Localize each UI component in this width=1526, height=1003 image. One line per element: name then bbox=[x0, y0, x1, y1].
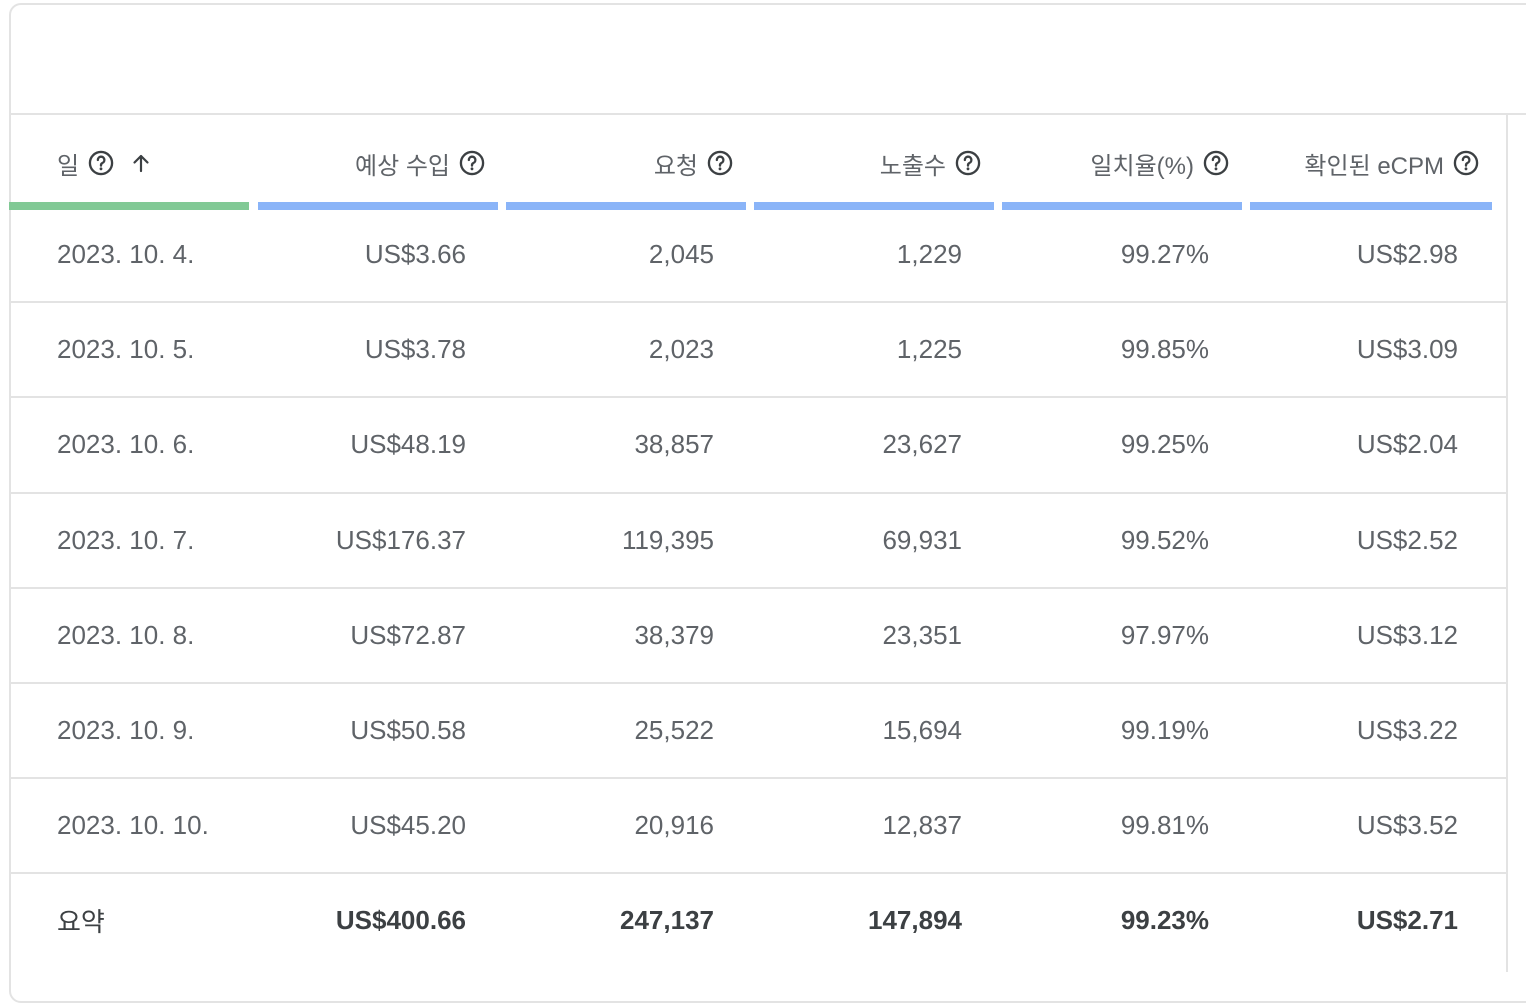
table-row[interactable]: 2023. 10. 7. US$176.37 119,395 69,931 99… bbox=[9, 494, 1506, 589]
column-header-observed-ecpm[interactable]: 확인된 eCPM bbox=[1250, 115, 1492, 210]
cell-estimated-earnings: US$50.58 bbox=[350, 714, 466, 745]
cell-requests: 119,395 bbox=[621, 524, 714, 555]
summary-row: 요약 US$400.66 247,137 147,894 99.23% US$2… bbox=[9, 874, 1506, 969]
column-header-match-rate[interactable]: 일치율(%) bbox=[1002, 115, 1242, 210]
cell-match-rate: 99.25% bbox=[1120, 429, 1209, 460]
cell-requests: 38,857 bbox=[634, 429, 714, 460]
cell-impressions: 23,627 bbox=[882, 429, 962, 460]
cell-observed-ecpm: US$3.09 bbox=[1356, 334, 1458, 365]
column-label-date: 일 bbox=[57, 152, 80, 180]
table-row[interactable]: 2023. 10. 6. US$48.19 38,857 23,627 99.2… bbox=[9, 398, 1506, 494]
column-label-match-rate: 일치율(%) bbox=[1090, 152, 1194, 180]
summary-estimated-earnings: US$400.66 bbox=[335, 905, 466, 936]
table-header: 일 예상 수입 요청 노출수 일치율(%) 확인된 eCPM bbox=[9, 115, 1506, 210]
cell-impressions: 1,225 bbox=[896, 334, 962, 365]
table-row[interactable]: 2023. 10. 5. US$3.78 2,023 1,225 99.85% … bbox=[9, 303, 1506, 399]
help-circle-icon[interactable] bbox=[954, 149, 982, 177]
cell-date: 2023. 10. 10. bbox=[57, 810, 209, 841]
cell-date: 2023. 10. 7. bbox=[57, 524, 195, 555]
cell-estimated-earnings: US$45.20 bbox=[350, 810, 466, 841]
cell-requests: 38,379 bbox=[634, 619, 714, 650]
cell-impressions: 23,351 bbox=[882, 619, 962, 650]
summary-impressions: 147,894 bbox=[868, 905, 962, 936]
summary-label: 요약 bbox=[57, 907, 105, 938]
column-header-requests[interactable]: 요청 bbox=[506, 115, 746, 210]
cell-date: 2023. 10. 9. bbox=[57, 714, 195, 745]
column-header-date[interactable]: 일 bbox=[9, 115, 249, 210]
help-circle-icon[interactable] bbox=[706, 149, 734, 177]
cell-match-rate: 97.97% bbox=[1120, 619, 1209, 650]
arrow-up-icon[interactable] bbox=[129, 151, 153, 175]
cell-observed-ecpm: US$2.04 bbox=[1356, 429, 1458, 460]
cell-requests: 2,045 bbox=[648, 239, 714, 269]
cell-impressions: 15,694 bbox=[882, 714, 962, 745]
column-label-impressions: 노출수 bbox=[879, 152, 946, 180]
cell-requests: 25,522 bbox=[634, 714, 714, 745]
help-circle-icon[interactable] bbox=[1202, 149, 1230, 177]
cell-requests: 20,916 bbox=[634, 810, 714, 841]
cell-observed-ecpm: US$2.98 bbox=[1356, 239, 1458, 269]
column-header-impressions[interactable]: 노출수 bbox=[754, 115, 994, 210]
cell-match-rate: 99.52% bbox=[1120, 524, 1209, 555]
cell-impressions: 1,229 bbox=[896, 239, 962, 269]
summary-requests: 247,137 bbox=[620, 905, 714, 936]
cell-estimated-earnings: US$48.19 bbox=[350, 429, 466, 460]
table-right-border bbox=[1506, 115, 1508, 972]
table-row[interactable]: 2023. 10. 4. US$3.66 2,045 1,229 99.27% … bbox=[9, 208, 1506, 304]
help-circle-icon[interactable] bbox=[458, 149, 486, 177]
cell-match-rate: 99.81% bbox=[1120, 810, 1209, 841]
column-label-estimated-earnings: 예상 수입 bbox=[355, 152, 450, 180]
column-label-observed-ecpm: 확인된 eCPM bbox=[1304, 152, 1444, 180]
help-circle-icon[interactable] bbox=[1452, 149, 1480, 177]
cell-observed-ecpm: US$2.52 bbox=[1356, 524, 1458, 555]
cell-match-rate: 99.85% bbox=[1120, 334, 1209, 365]
table-row[interactable]: 2023. 10. 10. US$45.20 20,916 12,837 99.… bbox=[9, 779, 1506, 875]
column-label-requests: 요청 bbox=[653, 152, 698, 180]
cell-date: 2023. 10. 8. bbox=[57, 619, 195, 650]
summary-match-rate: 99.23% bbox=[1120, 905, 1209, 936]
cell-date: 2023. 10. 5. bbox=[57, 334, 195, 365]
cell-observed-ecpm: US$3.12 bbox=[1356, 619, 1458, 650]
cell-estimated-earnings: US$72.87 bbox=[350, 619, 466, 650]
table-row[interactable]: 2023. 10. 9. US$50.58 25,522 15,694 99.1… bbox=[9, 684, 1506, 780]
table-row[interactable]: 2023. 10. 8. US$72.87 38,379 23,351 97.9… bbox=[9, 589, 1506, 684]
table-body: 2023. 10. 4. US$3.66 2,045 1,229 99.27% … bbox=[9, 208, 1506, 970]
cell-match-rate: 99.27% bbox=[1120, 239, 1209, 269]
help-circle-icon[interactable] bbox=[87, 149, 115, 177]
column-header-estimated-earnings[interactable]: 예상 수입 bbox=[258, 115, 498, 210]
summary-observed-ecpm: US$2.71 bbox=[1356, 905, 1458, 936]
cell-date: 2023. 10. 6. bbox=[57, 429, 195, 460]
cell-estimated-earnings: US$176.37 bbox=[335, 524, 466, 555]
cell-date: 2023. 10. 4. bbox=[57, 239, 195, 269]
cell-observed-ecpm: US$3.52 bbox=[1356, 810, 1458, 841]
cell-observed-ecpm: US$3.22 bbox=[1356, 714, 1458, 745]
cell-estimated-earnings: US$3.78 bbox=[364, 334, 466, 365]
cell-estimated-earnings: US$3.66 bbox=[364, 239, 466, 269]
cell-impressions: 12,837 bbox=[882, 810, 962, 841]
cell-impressions: 69,931 bbox=[882, 524, 962, 555]
cell-requests: 2,023 bbox=[648, 334, 714, 365]
cell-match-rate: 99.19% bbox=[1120, 714, 1209, 745]
